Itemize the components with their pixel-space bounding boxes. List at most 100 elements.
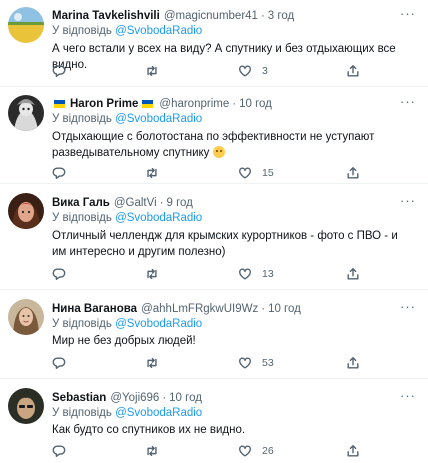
like-count: 26 <box>262 445 274 457</box>
separator-dot: · <box>162 392 167 404</box>
tweet[interactable]: Нина Ваганова @ahhLmFRgkwUI9Wz · 10 год … <box>0 291 428 379</box>
reply-prefix: У відповідь <box>52 318 112 330</box>
tweet-text: Мир не без добрых людей! <box>52 335 196 347</box>
author-handle[interactable]: @haronprime <box>159 98 229 110</box>
like-button[interactable]: 3 <box>238 63 268 79</box>
reply-prefix: У відповідь <box>52 25 112 37</box>
reply-prefix: У відповідь <box>52 113 112 125</box>
tweet-actions: 15 <box>52 165 372 181</box>
more-options-icon[interactable]: ··· <box>400 388 416 403</box>
author-name[interactable]: Haron Prime <box>70 98 138 110</box>
reply-icon <box>52 268 66 280</box>
ukraine-flag-icon <box>54 100 65 108</box>
reply-mention-link[interactable]: @SvobodaRadio <box>115 318 202 330</box>
separator-dot: · <box>261 303 266 315</box>
timestamp[interactable]: 10 год <box>268 303 301 315</box>
tweet-text: Отличный челлендж для крымских курортник… <box>52 230 398 258</box>
tweet-text: Как будто со спутников их не видно. <box>52 424 246 436</box>
author-name[interactable]: Нина Ваганова <box>52 303 137 315</box>
share-icon <box>347 445 359 457</box>
avatar-image <box>8 95 44 131</box>
tweet-text: Отдыхающие с болотостана по эффективност… <box>52 129 402 161</box>
timestamp[interactable]: 3 год <box>268 10 294 22</box>
avatar-image <box>8 299 44 335</box>
author-name[interactable]: Marina Tavkelishvili <box>52 10 160 22</box>
retweet-button[interactable] <box>145 165 169 181</box>
separator-dot: · <box>232 98 237 110</box>
reply-context: У відповідь @SvobodaRadio <box>52 318 202 330</box>
like-button[interactable]: 15 <box>238 165 274 181</box>
timestamp[interactable]: 10 год <box>169 392 202 404</box>
reply-button[interactable] <box>52 266 76 282</box>
tweet-actions: 53 <box>52 355 372 371</box>
retweet-button[interactable] <box>145 443 169 459</box>
reply-icon <box>52 357 66 369</box>
retweet-icon <box>147 65 157 77</box>
reply-context: У відповідь @SvobodaRadio <box>52 25 202 37</box>
share-button[interactable] <box>346 63 360 79</box>
like-button[interactable]: 13 <box>238 266 274 282</box>
avatar[interactable] <box>8 388 44 424</box>
tweet-header: Haron Prime @haronprime · 10 год <box>52 96 272 112</box>
wink-emoji-icon <box>212 146 225 158</box>
separator-dot: · <box>159 197 164 209</box>
tweet-header: Нина Ваганова @ahhLmFRgkwUI9Wz · 10 год <box>52 301 301 317</box>
tweet-actions: 13 <box>52 266 372 282</box>
avatar-image <box>8 193 44 229</box>
timestamp[interactable]: 10 год <box>239 98 272 110</box>
more-options-icon[interactable]: ··· <box>400 299 416 314</box>
reply-button[interactable] <box>52 63 76 79</box>
reply-icon <box>52 167 66 179</box>
share-icon <box>347 167 359 179</box>
like-count: 13 <box>262 268 274 280</box>
like-button[interactable]: 26 <box>238 443 274 459</box>
share-icon <box>347 268 359 280</box>
author-handle[interactable]: @Yoji696 <box>110 392 159 404</box>
retweet-button[interactable] <box>145 266 169 282</box>
like-count: 3 <box>262 65 268 77</box>
reply-button[interactable] <box>52 165 76 181</box>
more-options-icon[interactable]: ··· <box>400 193 416 208</box>
timestamp[interactable]: 9 год <box>167 197 193 209</box>
reply-mention-link[interactable]: @SvobodaRadio <box>115 212 202 224</box>
share-button[interactable] <box>346 266 360 282</box>
share-button[interactable] <box>346 355 360 371</box>
reply-mention-link[interactable]: @SvobodaRadio <box>115 25 202 37</box>
author-name[interactable]: Вика Галь <box>52 197 110 209</box>
reply-button[interactable] <box>52 443 76 459</box>
heart-icon <box>239 268 251 280</box>
tweet[interactable]: Haron Prime @haronprime · 10 год ··· У в… <box>0 88 428 184</box>
share-button[interactable] <box>346 443 360 459</box>
reply-prefix: У відповідь <box>52 212 112 224</box>
heart-icon <box>239 445 251 457</box>
reply-button[interactable] <box>52 355 76 371</box>
author-handle[interactable]: @magicnumber41 <box>164 10 258 22</box>
avatar[interactable] <box>8 193 44 229</box>
retweet-icon <box>147 167 157 179</box>
tweet-header: Marina Tavkelishvili @magicnumber41 · 3 … <box>52 8 294 24</box>
tweet[interactable]: Вика Галь @GaltVi · 9 год ··· У відповід… <box>0 185 428 290</box>
author-handle[interactable]: @GaltVi <box>114 197 157 209</box>
reply-mention-link[interactable]: @SvobodaRadio <box>115 113 202 125</box>
tweet[interactable]: Marina Tavkelishvili @magicnumber41 · 3 … <box>0 0 428 87</box>
reply-prefix: У відповідь <box>52 407 112 419</box>
retweet-button[interactable] <box>145 63 169 79</box>
tweet-header: Вика Галь @GaltVi · 9 год <box>52 195 193 211</box>
author-handle[interactable]: @ahhLmFRgkwUI9Wz <box>141 303 258 315</box>
like-count: 15 <box>262 167 274 179</box>
retweet-button[interactable] <box>145 355 169 371</box>
share-button[interactable] <box>346 165 360 181</box>
reply-mention-link[interactable]: @SvobodaRadio <box>115 407 202 419</box>
author-name[interactable]: Sebastian <box>52 392 106 404</box>
avatar-image <box>8 7 44 43</box>
more-options-icon[interactable]: ··· <box>400 6 416 21</box>
avatar[interactable] <box>8 299 44 335</box>
avatar[interactable] <box>8 95 44 131</box>
avatar[interactable] <box>8 7 44 43</box>
like-button[interactable]: 53 <box>238 355 274 371</box>
retweet-icon <box>147 268 157 280</box>
like-count: 53 <box>262 357 274 369</box>
tweet[interactable]: Sebastian @Yoji696 · 10 год ··· У відпов… <box>0 380 428 463</box>
more-options-icon[interactable]: ··· <box>400 94 416 109</box>
reply-context: У відповідь @SvobodaRadio <box>52 113 202 125</box>
